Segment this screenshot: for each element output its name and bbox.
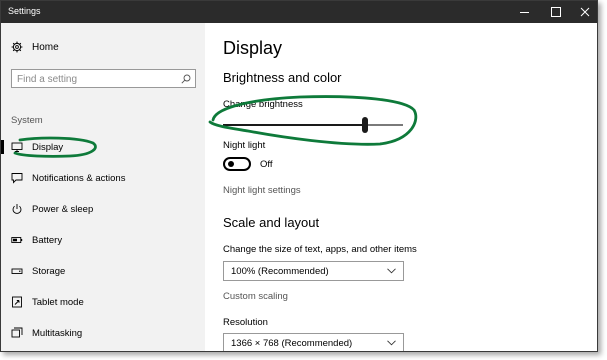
battery-icon — [11, 234, 23, 246]
storage-icon — [11, 265, 23, 277]
close-icon — [580, 7, 590, 17]
brightness-slider[interactable] — [223, 117, 403, 133]
sidebar-item-power-sleep[interactable]: Power & sleep — [1, 198, 205, 220]
sidebar-item-tablet-mode[interactable]: Tablet mode — [1, 291, 205, 313]
sidebar-item-notifications[interactable]: Notifications & actions — [1, 167, 205, 189]
monitor-icon — [11, 141, 23, 153]
chevron-down-icon — [387, 340, 396, 346]
sidebar-item-label: Notifications & actions — [32, 172, 126, 184]
title-bar: Settings — [1, 1, 597, 23]
sidebar-item-label: Power & sleep — [32, 203, 94, 215]
sidebar-item-home[interactable]: Home — [11, 41, 59, 53]
chevron-down-icon — [387, 268, 396, 274]
night-light-state: Off — [260, 159, 273, 170]
minimize-button[interactable] — [509, 1, 539, 23]
multitasking-icon — [11, 327, 23, 339]
notification-icon — [11, 172, 23, 184]
toggle-knob — [228, 161, 234, 167]
search-input[interactable] — [17, 72, 172, 86]
night-light-label: Night light — [223, 140, 266, 151]
resolution-label: Resolution — [223, 317, 268, 328]
search-icon[interactable] — [181, 74, 191, 84]
brightness-label: Change brightness — [223, 99, 303, 110]
night-light-settings-link[interactable]: Night light settings — [223, 185, 301, 196]
scale-select[interactable]: 100% (Recommended) — [223, 261, 404, 281]
search-box[interactable] — [11, 69, 196, 88]
sidebar-item-display[interactable]: Display — [1, 136, 205, 158]
sidebar-item-multitasking[interactable]: Multitasking — [1, 322, 205, 344]
scale-label: Change the size of text, apps, and other… — [223, 244, 417, 255]
sidebar-item-label: Tablet mode — [32, 296, 84, 308]
scale-section-title: Scale and layout — [223, 215, 320, 230]
sidebar-item-storage[interactable]: Storage — [1, 260, 205, 282]
resolution-select[interactable]: 1366 × 768 (Recommended) — [223, 333, 404, 351]
sidebar-item-label: Storage — [32, 265, 66, 277]
window-title: Settings — [8, 6, 41, 16]
maximize-button[interactable] — [541, 1, 571, 23]
main-content: Display Brightness and color Change brig… — [205, 23, 597, 351]
custom-scaling-link[interactable]: Custom scaling — [223, 291, 288, 302]
sidebar-item-label: Battery — [32, 234, 63, 246]
night-light-toggle[interactable] — [223, 157, 251, 171]
sidebar-item-label: Multitasking — [32, 327, 83, 339]
resolution-select-value: 1366 × 768 (Recommended) — [231, 338, 353, 349]
home-label: Home — [32, 41, 59, 53]
sidebar: Home System Display Notifications & acti… — [1, 23, 205, 351]
page-title: Display — [223, 38, 283, 58]
gear-icon — [11, 41, 23, 53]
tablet-mode-icon — [11, 296, 23, 308]
power-icon — [11, 203, 23, 215]
sidebar-item-label: Display — [32, 141, 64, 153]
brightness-section-title: Brightness and color — [223, 70, 342, 85]
slider-fill — [223, 124, 366, 126]
settings-window: Settings Home System — [0, 0, 598, 352]
slider-thumb[interactable] — [362, 117, 369, 133]
sidebar-section-label: System — [11, 115, 43, 126]
close-button[interactable] — [570, 1, 597, 23]
scale-select-value: 100% (Recommended) — [231, 266, 329, 277]
sidebar-item-battery[interactable]: Battery — [1, 229, 205, 251]
